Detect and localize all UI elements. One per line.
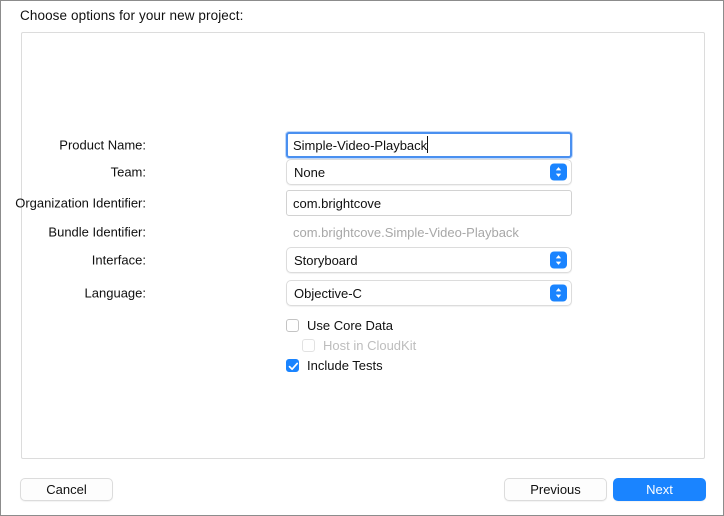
field-bundle-identifier: com.brightcove.Simple-Video-Playback: [286, 219, 572, 245]
row-product-name: Product Name:: [22, 132, 572, 158]
new-project-options-dialog: Choose options for your new project: Pro…: [0, 0, 724, 516]
checkbox-host-in-cloudkit: Host in CloudKit: [302, 335, 416, 355]
field-team[interactable]: None: [286, 159, 572, 185]
team-popup-value: None: [287, 165, 325, 180]
checkbox-use-core-data[interactable]: Use Core Data: [286, 315, 393, 335]
cancel-button[interactable]: Cancel: [20, 478, 113, 501]
checkbox-label: Host in CloudKit: [323, 338, 416, 353]
label-bundle-identifier: Bundle Identifier:: [48, 225, 146, 240]
checkbox-label: Include Tests: [307, 358, 383, 373]
previous-button[interactable]: Previous: [504, 478, 607, 501]
chevron-up-down-icon[interactable]: [550, 285, 567, 302]
organization-identifier-input[interactable]: [286, 190, 572, 216]
row-team: Team: None: [22, 159, 572, 185]
text-cursor: [427, 136, 428, 153]
checkbox-include-tests[interactable]: Include Tests: [286, 355, 383, 375]
label-organization-identifier: Organization Identifier:: [15, 196, 146, 211]
language-popup-button[interactable]: Objective-C: [286, 280, 572, 306]
bundle-identifier-value: com.brightcove.Simple-Video-Playback: [286, 219, 572, 245]
checkmark-icon: [288, 361, 299, 372]
interface-popup-button[interactable]: Storyboard: [286, 247, 572, 273]
checkbox-label: Use Core Data: [307, 318, 393, 333]
team-popup-button[interactable]: None: [286, 159, 572, 185]
checkbox-box: [302, 339, 315, 352]
row-language: Language: Objective-C: [22, 280, 572, 306]
label-language: Language:: [85, 286, 146, 301]
label-product-name: Product Name:: [59, 138, 146, 153]
label-team: Team:: [111, 165, 146, 180]
label-interface: Interface:: [92, 253, 146, 268]
next-button[interactable]: Next: [613, 478, 706, 501]
field-product-name[interactable]: [286, 132, 572, 158]
field-interface[interactable]: Storyboard: [286, 247, 572, 273]
product-name-input[interactable]: [286, 132, 572, 158]
language-popup-value: Objective-C: [287, 286, 362, 301]
page-title: Choose options for your new project:: [20, 8, 243, 23]
field-organization-identifier[interactable]: [286, 190, 572, 216]
row-organization-identifier: Organization Identifier:: [22, 190, 572, 216]
row-interface: Interface: Storyboard: [22, 247, 572, 273]
checkbox-box[interactable]: [286, 319, 299, 332]
options-panel: Product Name: Team: None: [21, 32, 705, 459]
chevron-up-down-icon[interactable]: [550, 164, 567, 181]
row-bundle-identifier: Bundle Identifier: com.brightcove.Simple…: [22, 219, 572, 245]
chevron-up-down-icon[interactable]: [550, 252, 567, 269]
checkbox-box[interactable]: [286, 359, 299, 372]
interface-popup-value: Storyboard: [287, 253, 358, 268]
field-language[interactable]: Objective-C: [286, 280, 572, 306]
